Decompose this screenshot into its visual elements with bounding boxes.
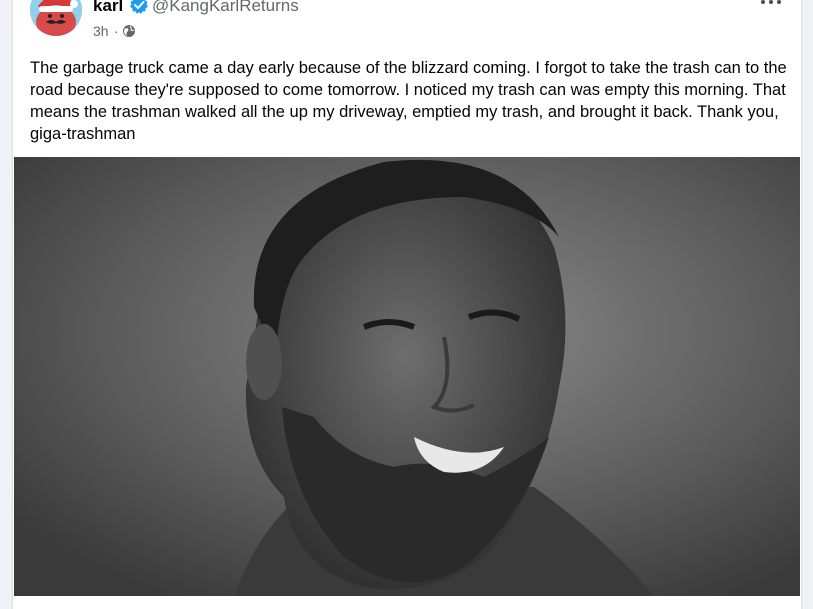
post-photo-image [14,157,800,596]
more-dot [769,0,773,4]
post-text: The garbage truck came a day early becau… [30,59,787,143]
avatar-image [30,0,82,36]
globe-icon[interactable] [122,24,136,38]
more-dot [777,0,781,4]
post-photo[interactable] [14,157,800,596]
meta-separator: · [114,23,119,39]
post-card: karl @KangKarlReturns 3h · The garbage t… [13,0,801,609]
author-handle[interactable]: @KangKarlReturns [152,0,299,16]
verified-badge-icon [130,0,148,14]
more-dot [761,0,765,4]
post-timestamp[interactable]: 3h [93,23,109,39]
more-options-button[interactable] [757,0,787,12]
author-name[interactable]: karl [93,0,123,16]
avatar[interactable] [30,0,82,36]
